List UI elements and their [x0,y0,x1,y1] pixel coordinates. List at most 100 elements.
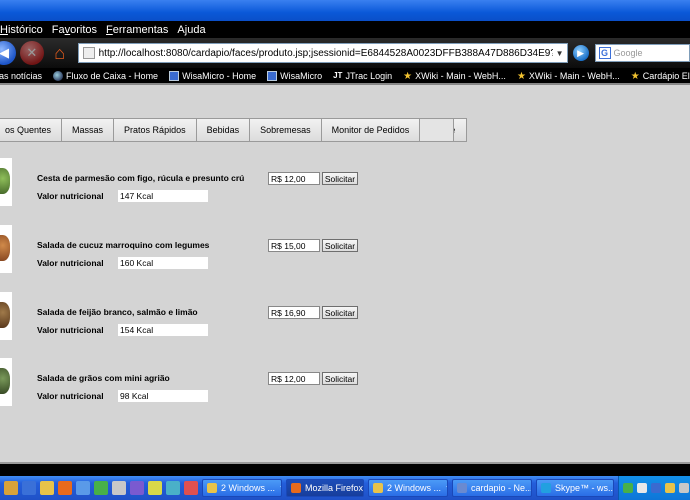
bookmarks-bar: as notícias Fluxo de Caixa - Home WisaMi… [0,68,690,83]
quicklaunch-icon[interactable] [76,481,90,495]
nutrition-label: Valor nutricional [37,391,104,401]
chevron-down-icon: ▼ [279,485,281,492]
price-field[interactable] [268,372,320,385]
quicklaunch-icon[interactable] [166,481,180,495]
category-tabs: os Quentes Massas Pratos Rápidos Bebidas… [0,118,468,142]
tab-sobremesas[interactable]: Sobremesas [250,119,322,141]
page-content: os Quentes Massas Pratos Rápidos Bebidas… [0,85,690,462]
tray-icon[interactable] [679,483,689,493]
netbeans-icon [457,483,467,493]
page-favicon-icon [82,47,95,59]
bookmark-label: Cardápio Eletrônico [642,70,690,81]
quicklaunch-icon[interactable] [184,481,198,495]
menu-historico[interactable]: Histórico [0,24,43,36]
product-row: Salada de feijão branco, salmão e limão … [0,292,690,344]
google-icon[interactable]: G [598,47,611,59]
jtrac-icon: JT [333,70,343,80]
quicklaunch-icon[interactable] [94,481,108,495]
quicklaunch-icon[interactable] [22,481,36,495]
tray-icon[interactable] [665,483,675,493]
task-label: Skype™ - ws... [555,483,614,493]
folder-icon [373,483,383,493]
skype-icon [541,483,551,493]
product-image [0,225,12,273]
bookmark-label: Fluxo de Caixa - Home [66,70,159,81]
bookmark-label: WisaMicro - Home [182,70,257,81]
bookmark-item[interactable]: WisaMicro [267,70,322,81]
quicklaunch-icon[interactable] [148,481,162,495]
order-button[interactable]: Solicitar [322,306,358,319]
product-row: Cesta de parmesão com figo, rúcula e pre… [0,158,690,210]
product-image [0,158,12,206]
firefox-icon [291,483,301,493]
menu-ajuda[interactable]: Ajuda [177,24,205,36]
tab-pratos-quentes[interactable]: os Quentes [0,119,63,141]
star-icon: ★ [630,70,640,82]
taskbar-button[interactable]: Mozilla Firefox [286,479,364,497]
taskbar-button[interactable]: 2 Windows ... ▼ [368,479,448,497]
bookmark-item[interactable]: ★ XWiki - Main - WebH... [516,70,620,82]
tray-icon[interactable] [637,483,647,493]
quicklaunch-icon[interactable] [40,481,54,495]
nutrition-label: Valor nutricional [37,191,104,201]
nutrition-field[interactable] [118,390,208,402]
bookmark-item[interactable]: WisaMicro - Home [169,70,257,81]
product-row: Salada de cucuz marroquino com legumes V… [0,225,690,277]
order-button[interactable]: Solicitar [322,172,358,185]
bookmark-item[interactable]: ★ XWiki - Main - WebH... [403,71,506,82]
folder-icon [207,483,217,493]
product-image [0,292,12,340]
tab-monitor-de-pedidos[interactable]: Monitor de Pedidos [321,119,421,141]
menu-bar: Histórico Favoritos Ferramentas Ajuda [0,21,690,38]
window-icon [169,70,180,81]
nutrition-field[interactable] [118,324,208,336]
bookmark-item[interactable]: JT JTrac Login [333,71,392,81]
bookmark-item[interactable]: Fluxo de Caixa - Home [53,70,159,81]
go-icon[interactable]: ▶ [572,45,589,61]
task-label: cardapio - Ne... [471,483,532,493]
taskbar-button[interactable]: 2 Windows ... ▼ [202,479,282,497]
tab-bebidas[interactable]: Bebidas [196,119,251,141]
home-icon[interactable]: ⌂ [48,41,72,65]
price-field[interactable] [268,172,320,185]
tabs-filler [420,118,454,142]
stop-icon[interactable]: ✕ [19,41,44,65]
nutrition-field[interactable] [118,257,208,269]
taskbar-button[interactable]: Skype™ - ws... [536,479,614,497]
nutrition-label: Valor nutricional [37,325,104,335]
quicklaunch-icon[interactable] [58,481,72,495]
order-button[interactable]: Solicitar [322,239,358,252]
back-icon[interactable]: ◀ [0,41,16,65]
taskbar-button[interactable]: cardapio - Ne... [452,479,532,497]
product-name: Salada de feijão branco, salmão e limão [37,307,198,317]
price-field[interactable] [268,306,320,319]
window-icon [267,70,278,81]
tray-icon[interactable] [623,483,633,493]
tab-massas[interactable]: Massas [62,119,115,141]
price-field[interactable] [268,239,320,252]
food-photo-icon [0,302,10,328]
menu-favoritos[interactable]: Favoritos [52,24,97,36]
nutrition-field[interactable] [118,190,208,202]
quicklaunch-icon[interactable] [130,481,144,495]
address-url[interactable]: http://localhost:8080/cardapio/faces/pro… [99,48,553,59]
search-placeholder[interactable]: Google [614,48,643,58]
search-box[interactable]: G Google [594,44,690,62]
address-dropdown-icon[interactable]: ▼ [553,49,567,58]
menu-ferramentas[interactable]: Ferramentas [106,24,168,36]
star-icon: ★ [516,70,526,82]
tray-icon[interactable] [651,483,661,493]
product-row: Salada de grãos com mini agrião Valor nu… [0,358,690,410]
product-name: Salada de cucuz marroquino com legumes [37,240,210,250]
bookmark-item[interactable]: as notícias [0,71,42,81]
address-bar[interactable]: http://localhost:8080/cardapio/faces/pro… [77,43,568,63]
bookmark-label: JTrac Login [345,70,393,81]
quicklaunch-icon[interactable] [112,481,126,495]
tab-pratos-rapidos[interactable]: Pratos Rápidos [114,119,197,141]
order-button[interactable]: Solicitar [322,372,358,385]
bookmark-item[interactable]: ★ Cardápio Eletrônico [630,70,690,82]
quicklaunch-icon[interactable] [4,481,18,495]
system-tray [618,476,690,500]
product-image [0,358,12,406]
bookmark-label: as notícias [0,70,43,81]
